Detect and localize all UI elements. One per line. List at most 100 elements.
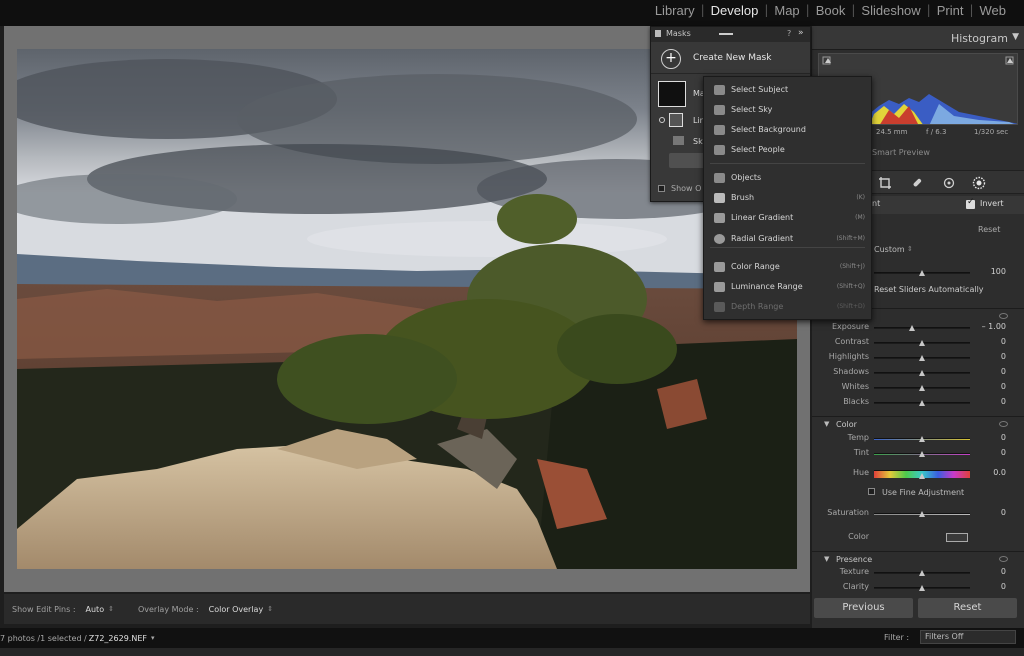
menu-item-select-sky[interactable]: Select Sky <box>704 101 871 119</box>
texture-slider[interactable] <box>874 570 970 576</box>
slider-thumb[interactable] <box>919 585 925 591</box>
module-library[interactable]: Library <box>649 3 701 18</box>
slider-thumb[interactable] <box>919 400 925 406</box>
slider-thumb[interactable] <box>919 270 925 276</box>
healing-icon[interactable] <box>910 176 924 190</box>
menu-item-label: Linear Gradient <box>731 213 794 222</box>
triangle-down-icon[interactable]: ▼ <box>824 555 829 563</box>
menu-item-label: Objects <box>731 173 762 182</box>
component-thumbnail[interactable] <box>669 113 683 127</box>
filename[interactable]: Z72_2629.NEF <box>89 634 147 643</box>
tint-value[interactable]: 0 <box>1001 448 1006 457</box>
menu-item-select-subject[interactable]: Select Subject <box>704 81 871 99</box>
hue-slider[interactable] <box>874 470 970 479</box>
fine-adjust-checkbox[interactable] <box>868 488 875 495</box>
module-web[interactable]: Web <box>974 3 1013 18</box>
module-slideshow[interactable]: Slideshow <box>855 3 926 18</box>
color-swatch[interactable] <box>946 533 968 542</box>
mask-reset-link[interactable]: Reset <box>978 225 1000 234</box>
exposure-slider[interactable] <box>874 325 970 331</box>
triangle-down-icon[interactable]: ▼ <box>1012 32 1019 42</box>
slider-thumb[interactable] <box>919 451 925 457</box>
clarity-slider[interactable] <box>874 585 970 591</box>
color-section-header[interactable]: ▼ Color <box>812 416 1024 432</box>
blacks-slider[interactable] <box>874 400 970 406</box>
chevron-updown-icon[interactable]: ⇕ <box>907 245 913 253</box>
clarity-value[interactable]: 0 <box>1001 582 1006 591</box>
slider-thumb[interactable] <box>909 325 916 331</box>
smart-preview-label[interactable]: Smart Preview <box>872 148 930 157</box>
menu-item-linear-gradient[interactable]: Linear Gradient (M) <box>704 209 871 227</box>
chevron-updown-icon[interactable]: ⇕ <box>108 605 114 613</box>
show-overlay-checkbox[interactable] <box>658 185 665 192</box>
masks-panel-header[interactable]: Masks ? » <box>651 27 810 42</box>
masking-icon[interactable] <box>972 176 986 190</box>
overlay-mode-select[interactable]: Color Overlay <box>209 605 264 614</box>
blacks-value[interactable]: 0 <box>1001 397 1006 406</box>
filmstrip-bar: 7 photos /1 selected / Z72_2629.NEF ▾ <box>0 628 1024 648</box>
create-new-mask-row[interactable]: + Create New Mask <box>651 44 810 74</box>
saturation-value[interactable]: 0 <box>1001 508 1006 517</box>
drag-handle[interactable] <box>719 33 733 35</box>
filter-select[interactable]: Filters Off <box>920 630 1016 644</box>
eye-icon[interactable] <box>999 313 1008 319</box>
pin-icon[interactable] <box>659 117 665 123</box>
edit-pins-select[interactable]: Auto <box>86 605 105 614</box>
menu-item-brush[interactable]: Brush (K) <box>704 189 871 207</box>
triangle-down-icon[interactable]: ▼ <box>824 420 829 428</box>
contrast-slider[interactable] <box>874 340 970 346</box>
sky-component-icon[interactable] <box>673 136 684 145</box>
shadows-slider[interactable] <box>874 370 970 376</box>
highlights-slider[interactable] <box>874 355 970 361</box>
menu-item-select-background[interactable]: Select Background <box>704 121 871 139</box>
slider-thumb[interactable] <box>919 340 925 346</box>
slider-thumb[interactable] <box>919 385 925 391</box>
chevron-updown-icon[interactable]: ⇕ <box>267 605 273 613</box>
preset-select[interactable]: Custom <box>874 245 905 254</box>
chevron-down-icon[interactable]: ▾ <box>151 634 155 642</box>
slider-thumb[interactable] <box>919 473 925 479</box>
previous-button[interactable]: Previous <box>814 598 913 618</box>
eye-icon[interactable] <box>999 556 1008 562</box>
presence-section-header[interactable]: ▼ Presence <box>812 551 1024 567</box>
saturation-slider[interactable] <box>874 511 970 517</box>
module-map[interactable]: Map <box>768 3 805 18</box>
histogram-header[interactable]: Histogram ▼ <box>812 26 1024 50</box>
slider-thumb[interactable] <box>919 436 925 442</box>
exposure-value[interactable]: – 1.00 <box>982 322 1006 331</box>
menu-item-luminance-range[interactable]: Luminance Range (Shift+Q) <box>704 278 871 296</box>
temp-value[interactable]: 0 <box>1001 433 1006 442</box>
highlights-value[interactable]: 0 <box>1001 352 1006 361</box>
whites-slider[interactable] <box>874 385 970 391</box>
whites-value[interactable]: 0 <box>1001 382 1006 391</box>
menu-item-color-range[interactable]: Color Range (Shift+J) <box>704 258 871 276</box>
mask-thumbnail[interactable] <box>658 81 686 107</box>
slider-thumb[interactable] <box>919 355 925 361</box>
help-icon[interactable]: ? <box>787 29 791 38</box>
amount-value[interactable]: 100 <box>991 267 1006 276</box>
texture-value[interactable]: 0 <box>1001 567 1006 576</box>
collapse-icon[interactable]: » <box>798 28 804 38</box>
slider-thumb[interactable] <box>919 370 925 376</box>
tint-slider[interactable] <box>874 451 970 457</box>
plus-icon[interactable]: + <box>661 49 681 69</box>
temp-slider[interactable] <box>874 436 970 442</box>
hue-value[interactable]: 0.0 <box>993 468 1006 477</box>
module-print[interactable]: Print <box>931 3 970 18</box>
sky-icon <box>714 105 725 115</box>
contrast-value[interactable]: 0 <box>1001 337 1006 346</box>
reset-button[interactable]: Reset <box>918 598 1017 618</box>
menu-item-radial-gradient[interactable]: Radial Gradient (Shift+M) <box>704 230 871 248</box>
sky-component-name[interactable]: Sk <box>693 137 703 146</box>
slider-thumb[interactable] <box>919 511 925 517</box>
red-eye-icon[interactable] <box>942 176 956 190</box>
menu-item-select-people[interactable]: Select People <box>704 141 871 159</box>
crop-icon[interactable] <box>878 176 892 190</box>
slider-thumb[interactable] <box>919 570 925 576</box>
module-develop[interactable]: Develop <box>705 3 765 18</box>
amount-slider[interactable] <box>874 270 970 276</box>
menu-item-objects[interactable]: Objects <box>704 169 871 187</box>
module-book[interactable]: Book <box>810 3 852 18</box>
shadows-value[interactable]: 0 <box>1001 367 1006 376</box>
eye-icon[interactable] <box>999 421 1008 427</box>
